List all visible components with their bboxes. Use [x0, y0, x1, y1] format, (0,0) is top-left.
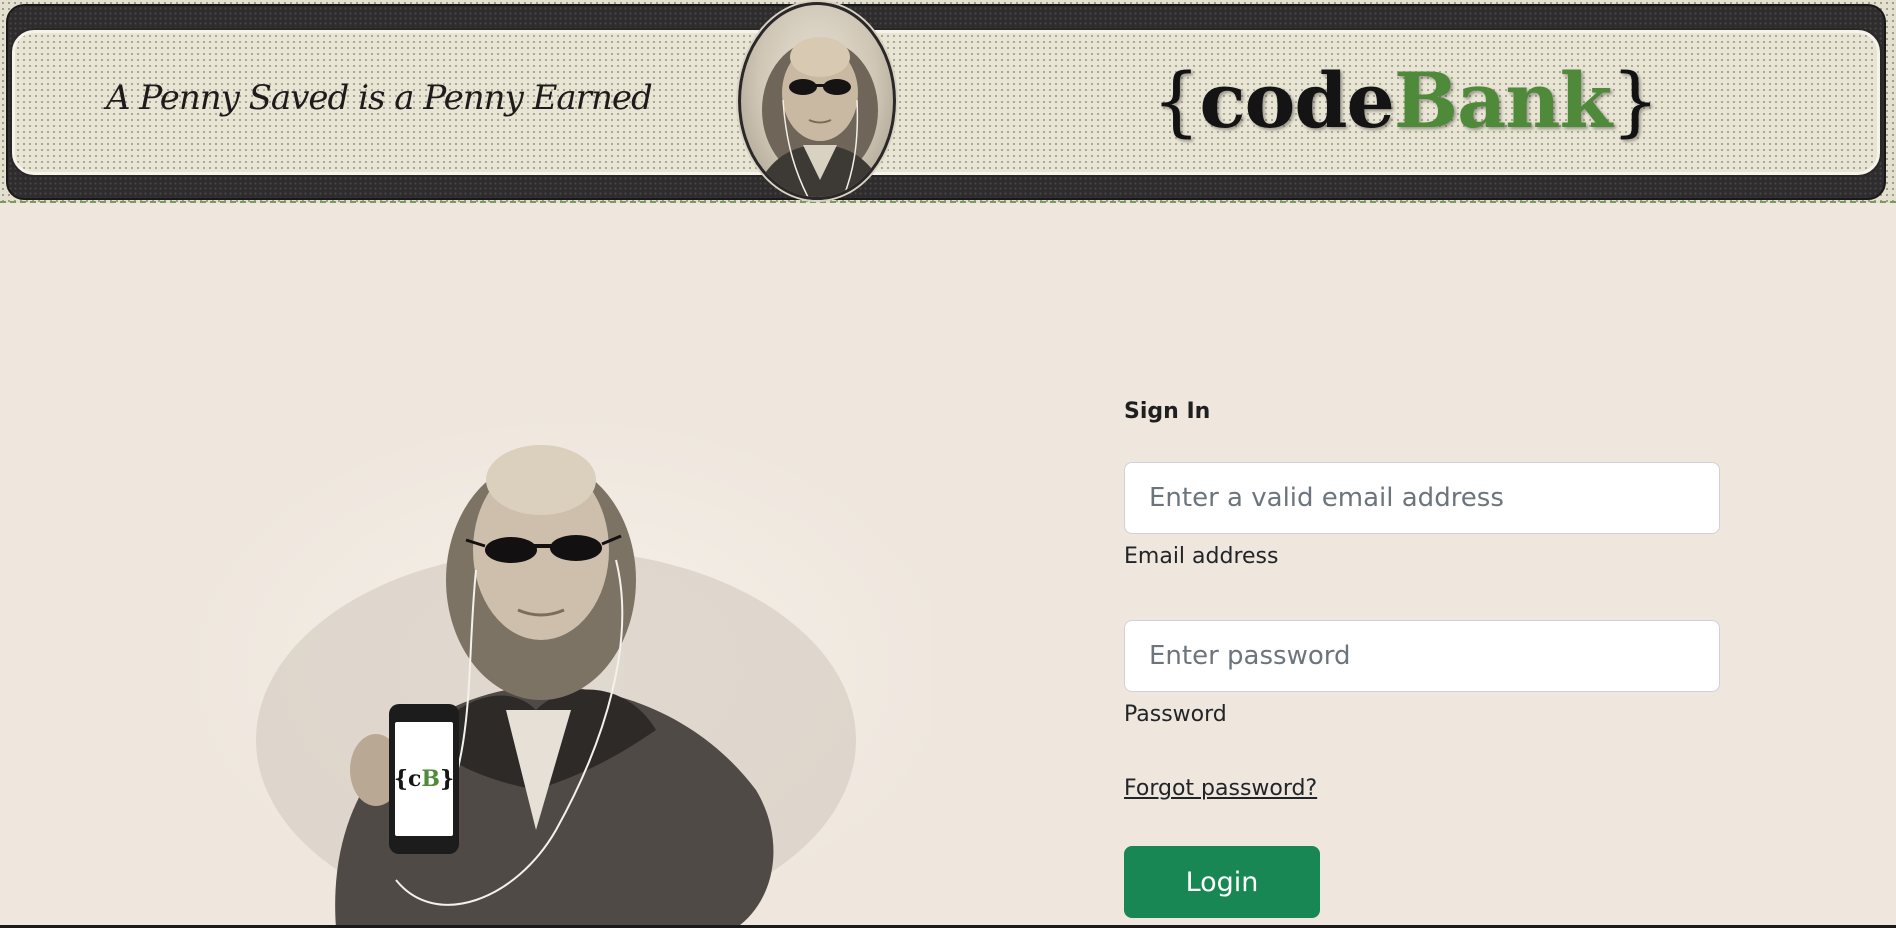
sign-in-form: Sign In Email address Password Forgot pa… [1124, 396, 1720, 918]
email-label: Email address [1124, 544, 1279, 569]
forgot-password-link[interactable]: Forgot password? [1124, 774, 1317, 804]
phone-logo-b: B [421, 766, 440, 792]
password-label: Password [1124, 702, 1227, 727]
codebank-logo: {codeBank} [1152, 56, 1660, 146]
sign-in-title: Sign In [1124, 399, 1211, 424]
header-motto: A Penny Saved is a Penny Earned [106, 78, 653, 118]
email-input[interactable] [1124, 462, 1720, 534]
franklin-medallion-portrait [738, 2, 896, 200]
franklin-hero-illustration: {cB} [176, 410, 932, 928]
header-banner: A Penny Saved is a Penny Earned {codeBan… [0, 0, 1896, 203]
login-button[interactable]: Login [1124, 846, 1320, 918]
phone-logo-close: } [440, 766, 454, 792]
logo-close-brace: } [1611, 56, 1659, 145]
logo-open-brace: { [1152, 56, 1200, 145]
franklin-with-phone-image: {cB} [256, 445, 856, 928]
logo-bank-text: Bank [1393, 56, 1612, 145]
password-input[interactable] [1124, 620, 1720, 692]
phone-logo-open: {c [394, 766, 422, 792]
phone-screen-logo: {cB} [394, 766, 454, 792]
logo-code-text: code [1199, 56, 1394, 145]
franklin-medallion-illustration [753, 37, 887, 197]
